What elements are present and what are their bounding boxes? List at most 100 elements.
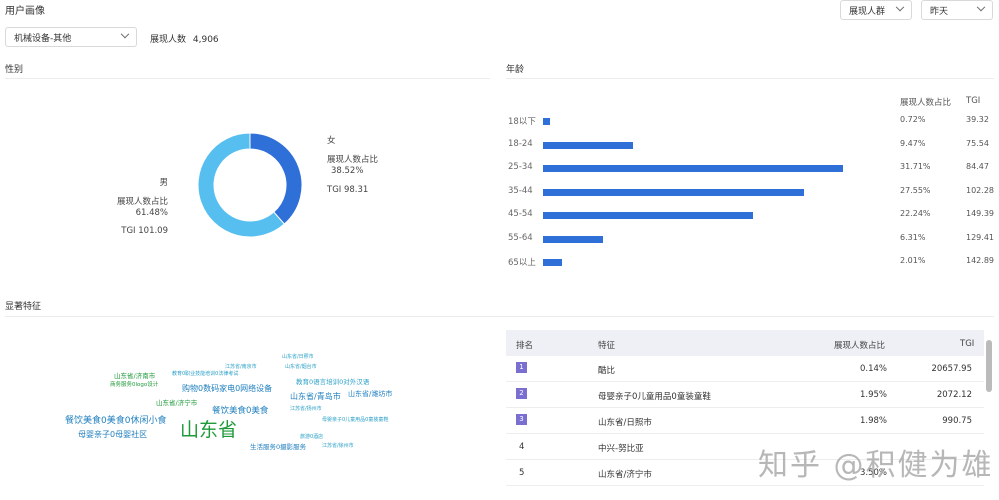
wordcloud-term: 江苏省/徐州市 bbox=[322, 443, 354, 449]
tgi-cell: 20657.95 bbox=[931, 364, 972, 374]
wordcloud-term: 山东省/潍坊市 bbox=[348, 390, 393, 398]
age-bar[interactable] bbox=[543, 259, 563, 266]
table-row[interactable]: 1 酷比 0.14% 20657.95 bbox=[506, 356, 984, 382]
wordcloud-term: 购物0数码家电0网络设备 bbox=[182, 384, 273, 393]
female-tgi: TGI 98.31 bbox=[327, 185, 369, 195]
wordcloud-term: 餐饮美食0美食0休闲小食 bbox=[65, 416, 167, 426]
age-share-value: 31.71% bbox=[900, 162, 931, 171]
age-bar[interactable] bbox=[543, 118, 550, 125]
female-label: 女 bbox=[327, 136, 336, 146]
feature-cell: 酷比 bbox=[598, 366, 616, 376]
age-category-label: 35-44 bbox=[508, 185, 533, 196]
wordcloud-term: 生活服务0摄影服务 bbox=[250, 443, 307, 451]
gender-donut-chart bbox=[197, 132, 303, 238]
gender-title: 性别 bbox=[5, 65, 24, 75]
age-bar[interactable] bbox=[543, 235, 603, 243]
rank-number: 4 bbox=[519, 442, 525, 452]
age-category-label: 55-64 bbox=[508, 232, 533, 243]
wordcloud-term: 山东省/日照市 bbox=[282, 354, 314, 360]
age-share-value: 9.47% bbox=[900, 138, 926, 148]
chevron-down-icon bbox=[976, 2, 986, 12]
age-bar[interactable] bbox=[543, 212, 754, 219]
age-category-label: 18以下 bbox=[508, 117, 536, 127]
wordcloud-term: 母婴亲子0儿童用品0童装童鞋 bbox=[322, 417, 389, 423]
wordcloud-term: 母婴亲子0母婴社区 bbox=[78, 430, 148, 439]
male-share-label: 展现人数占比 bbox=[116, 197, 168, 207]
wordcloud-term: 山东省/烟台市 bbox=[285, 364, 317, 370]
wordcloud-term: 餐饮美食0美食 bbox=[212, 406, 269, 416]
impression-label: 展现人数 bbox=[150, 35, 187, 45]
age-share-value: 22.24% bbox=[900, 209, 931, 218]
age-bar[interactable] bbox=[543, 141, 633, 149]
wordcloud-term: 山东省/济南市 bbox=[114, 372, 156, 380]
age-category-label: 18-24 bbox=[508, 138, 533, 149]
age-divider bbox=[506, 78, 994, 79]
category-select-value: 机械设备-其他 bbox=[14, 33, 72, 44]
age-bar[interactable] bbox=[543, 188, 804, 196]
feature-cell: 母婴亲子0儿童用品0童装童鞋 bbox=[598, 392, 711, 402]
col-tgi: TGI bbox=[960, 339, 975, 349]
table-row[interactable]: 2 母婴亲子0儿童用品0童装童鞋 1.95% 2072.12 bbox=[506, 382, 984, 408]
gender-divider bbox=[5, 78, 490, 79]
tgi-cell: 990.75 bbox=[942, 416, 972, 426]
rank-badge: 3 bbox=[516, 414, 527, 425]
male-label: 男 bbox=[159, 178, 168, 188]
feature-cell: 中兴-努比亚 bbox=[598, 444, 644, 454]
age-col-tgi: TGI bbox=[966, 96, 981, 106]
wordcloud-term: 教育0语言培训0对外汉语 bbox=[296, 378, 370, 386]
wordcloud-term: 教育0职业技能培训0法律考试 bbox=[172, 371, 239, 377]
age-title: 年龄 bbox=[506, 65, 525, 75]
donut-slice-female[interactable] bbox=[249, 132, 303, 225]
chevron-down-icon bbox=[895, 2, 905, 12]
rank-badge: 2 bbox=[516, 388, 527, 399]
col-feature: 特征 bbox=[598, 341, 616, 351]
age-share-value: 6.31% bbox=[900, 232, 926, 242]
age-tgi-value: 102.28 bbox=[966, 185, 994, 195]
female-share-label: 展现人数占比 bbox=[327, 155, 379, 165]
rank-badge: 1 bbox=[516, 362, 527, 373]
audience-select-value: 展现人群 bbox=[849, 6, 886, 17]
rank-number: 5 bbox=[519, 468, 525, 478]
feature-cell: 山东省/济宁市 bbox=[598, 470, 652, 480]
feature-wordcloud: 山东省 餐饮美食0美食0休闲小食 母婴亲子0母婴社区 购物0数码家电0网络设备 … bbox=[60, 345, 440, 465]
share-cell: 0.14% bbox=[860, 364, 888, 374]
wordcloud-term: 山东省 bbox=[180, 419, 238, 441]
age-tgi-value: 75.54 bbox=[966, 138, 989, 148]
male-share: 61.48% bbox=[135, 208, 168, 218]
features-title: 显著特征 bbox=[5, 302, 42, 312]
wordcloud-term: 商务服务0logo设计 bbox=[110, 382, 159, 388]
table-row[interactable]: 3 山东省/日照市 1.98% 990.75 bbox=[506, 408, 984, 434]
audience-select[interactable]: 展现人群 bbox=[840, 0, 912, 20]
table-scrollbar[interactable] bbox=[986, 340, 992, 392]
age-share-value: 0.72% bbox=[900, 115, 926, 124]
impression-count: 展现人数 4,906 bbox=[150, 32, 219, 45]
share-cell: 1.95% bbox=[860, 390, 888, 400]
tgi-cell: 2072.12 bbox=[936, 390, 972, 400]
wordcloud-term: 江苏省/扬州市 bbox=[290, 406, 322, 412]
age-tgi-value: 129.41 bbox=[966, 232, 994, 242]
age-tgi-value: 149.39 bbox=[966, 209, 994, 218]
gender-female-legend: 女 展现人数占比 38.52% TGI 98.31 bbox=[327, 136, 378, 196]
share-cell: 1.98% bbox=[860, 416, 888, 426]
time-select[interactable]: 昨天 bbox=[921, 0, 993, 20]
age-share-value: 27.55% bbox=[900, 185, 931, 195]
age-bar[interactable] bbox=[543, 165, 843, 172]
age-tgi-value: 142.89 bbox=[966, 256, 994, 265]
page-title: 用户画像 bbox=[5, 6, 45, 17]
age-tgi-value: 39.32 bbox=[966, 115, 989, 124]
age-share-value: 2.01% bbox=[900, 256, 926, 265]
time-select-value: 昨天 bbox=[930, 6, 949, 17]
female-share: 38.52% bbox=[331, 166, 364, 176]
feature-cell: 山东省/日照市 bbox=[598, 418, 652, 428]
wordcloud-term: 江苏省/南京市 bbox=[225, 364, 257, 370]
age-category-label: 65以上 bbox=[508, 258, 536, 268]
col-share: 展现人数占比 bbox=[834, 341, 886, 351]
chevron-down-icon bbox=[120, 29, 130, 39]
age-col-share: 展现人数占比 bbox=[900, 98, 952, 108]
wordcloud-term: 山东省/济宁市 bbox=[156, 399, 198, 407]
gender-male-legend: 男 展现人数占比 61.48% TGI 101.09 bbox=[108, 178, 168, 237]
category-select[interactable]: 机械设备-其他 bbox=[5, 27, 137, 47]
watermark: 知乎 @积健为雄 bbox=[758, 448, 994, 483]
wordcloud-term: 旅游0酒店 bbox=[300, 434, 324, 440]
age-tgi-value: 84.47 bbox=[966, 162, 989, 171]
